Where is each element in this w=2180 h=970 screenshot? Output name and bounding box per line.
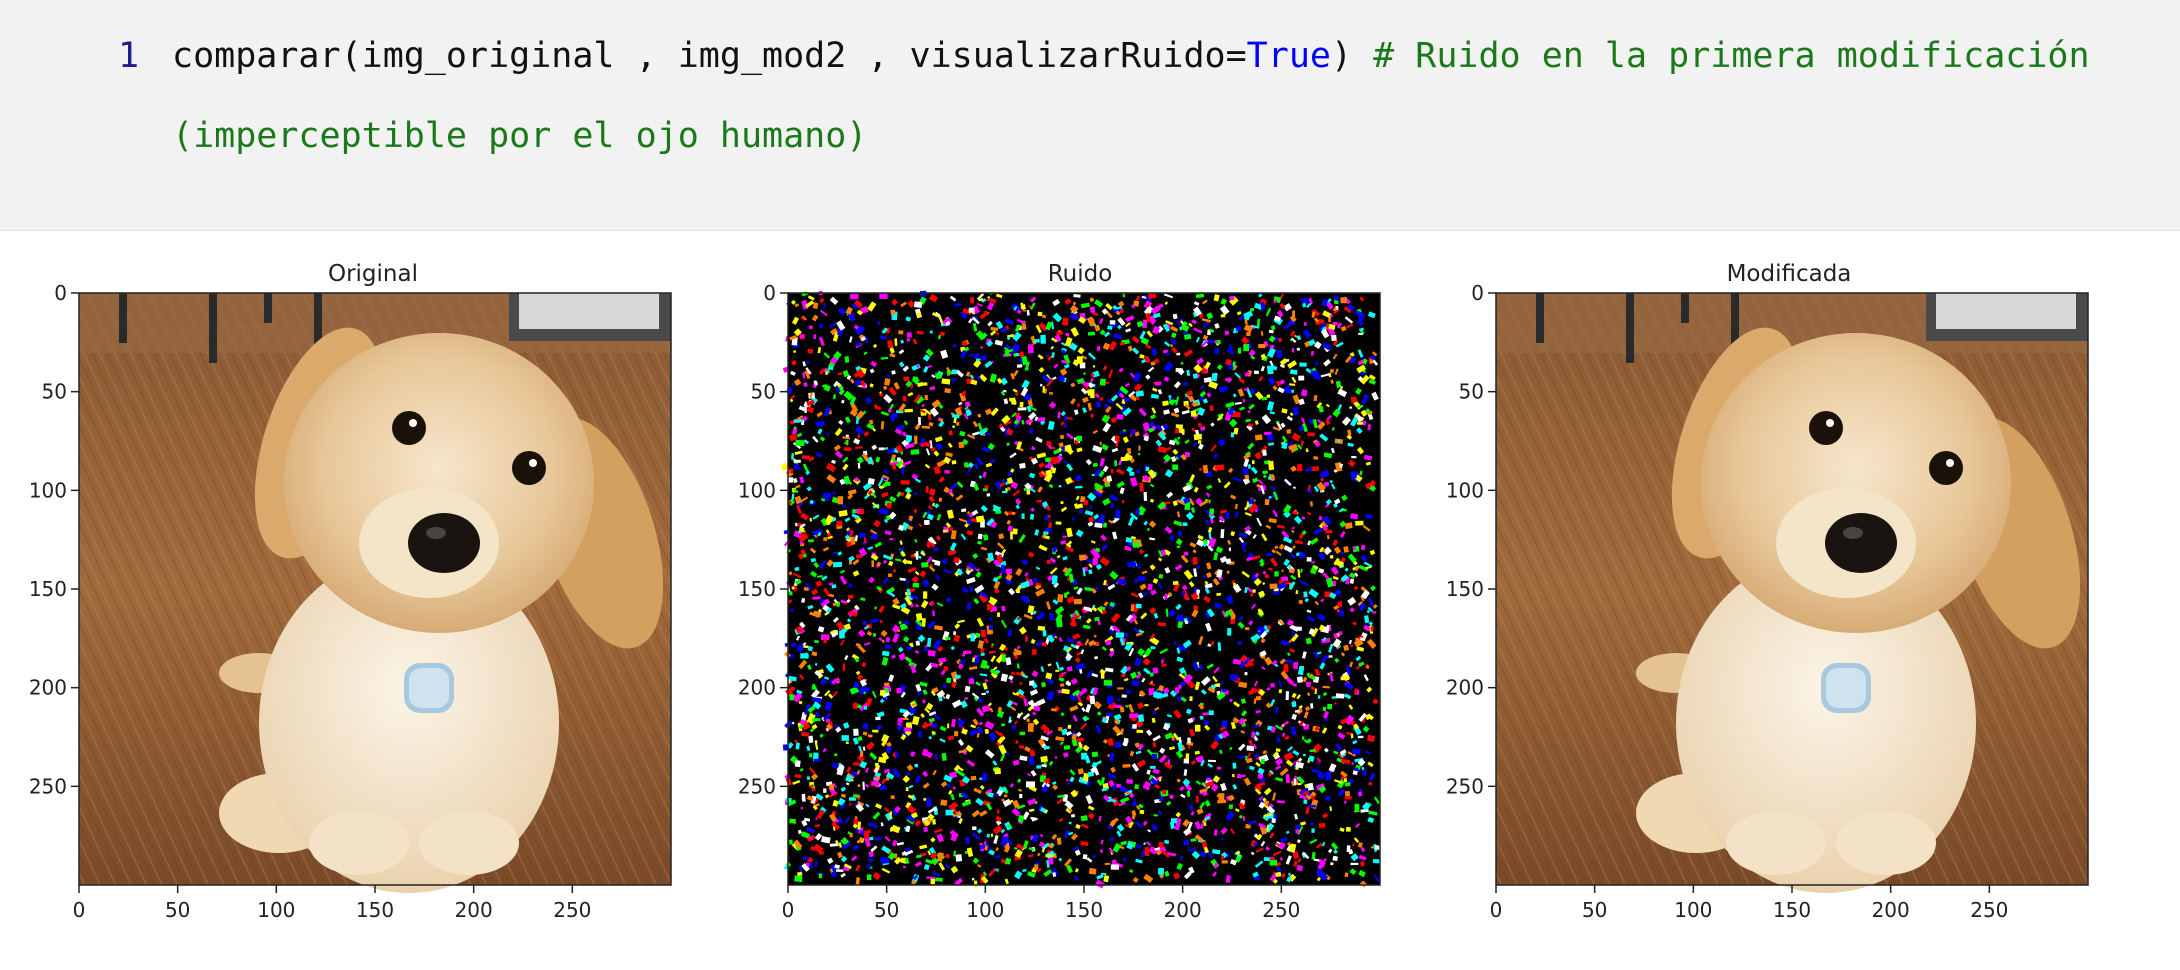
code-cell[interactable]: 1 comparar(img_original , img_mod2 , vis… [0, 0, 2180, 231]
panel-modified: Modificada 0 50 100 150 200 250 0 50 100 150 200 25… [1446, 261, 2106, 922]
x-tick-label: 0 [73, 898, 86, 922]
x-tick-label: 0 [782, 898, 795, 922]
panel-noise: Ruido 0 50 100 150 200 250 0 50 100 150 200 250 [738, 261, 1384, 922]
function-call: comparar(img_original , img_mod2 , visua… [172, 36, 1247, 76]
x-tick-label: 150 [1773, 898, 1811, 922]
x-tick-label: 250 [553, 898, 591, 922]
y-tick-label: 0 [1471, 281, 1484, 305]
x-tick-label: 50 [874, 898, 899, 922]
x-tick-label: 50 [1582, 898, 1607, 922]
x-tick-label: 250 [1262, 898, 1300, 922]
x-tick-label: 100 [257, 898, 295, 922]
y-tick-label: 50 [1459, 380, 1484, 404]
x-tick-label: 0 [1490, 898, 1503, 922]
y-tick-label: 100 [738, 478, 776, 502]
panel-title-noise: Ruido [1048, 261, 1113, 287]
puppy-image-original [79, 293, 689, 893]
x-tick-label: 100 [1674, 898, 1712, 922]
y-tick-label: 150 [29, 577, 67, 601]
closing-paren: ) [1330, 36, 1374, 76]
y-tick-label: 250 [1446, 774, 1484, 798]
y-tick-label: 0 [54, 281, 67, 305]
y-tick-label: 150 [738, 577, 776, 601]
y-tick-label: 0 [763, 281, 776, 305]
y-tick-label: 200 [29, 676, 67, 700]
y-tick-label: 250 [738, 774, 776, 798]
comment-line-2: (imperceptible por el ojo humano) [172, 116, 868, 156]
y-tick-label: 200 [738, 676, 776, 700]
y-tick-label: 200 [1446, 676, 1484, 700]
comment-line-1: # Ruido en la primera modificación [1373, 36, 2090, 76]
y-tick-label: 250 [29, 774, 67, 798]
x-tick-label: 200 [1164, 898, 1202, 922]
y-tick-label: 150 [1446, 577, 1484, 601]
y-tick-label: 100 [1446, 478, 1484, 502]
figure-canvas: Original 0 50 100 150 200 250050100150200250 … [29, 261, 2106, 922]
panel-original: Original 0 50 100 150 200 250 0 50 100 150 200 250 [29, 261, 689, 922]
keyword-true: True [1246, 36, 1331, 76]
x-tick-label: 50 [165, 898, 190, 922]
x-tick-label: 200 [1872, 898, 1910, 922]
y-tick-label: 50 [42, 380, 67, 404]
x-tick-label: 200 [455, 898, 493, 922]
x-tick-label: 150 [1065, 898, 1103, 922]
x-tick-label: 150 [356, 898, 394, 922]
y-tick-label: 50 [751, 380, 776, 404]
panel-title-modified: Modificada [1727, 261, 1852, 287]
x-tick-label: 100 [966, 898, 1004, 922]
output-figure: Original 0 50 100 150 200 250 0 50 100 150 200 250 … [0, 232, 2180, 966]
x-tick-label: 250 [1970, 898, 2008, 922]
panel-title-original: Original [328, 261, 418, 287]
puppy-image-modified [1496, 293, 2106, 893]
code-line-1[interactable]: comparar(img_original , img_mod2 , visua… [172, 36, 2090, 76]
line-number: 1 [118, 36, 140, 76]
y-tick-label: 100 [29, 478, 67, 502]
